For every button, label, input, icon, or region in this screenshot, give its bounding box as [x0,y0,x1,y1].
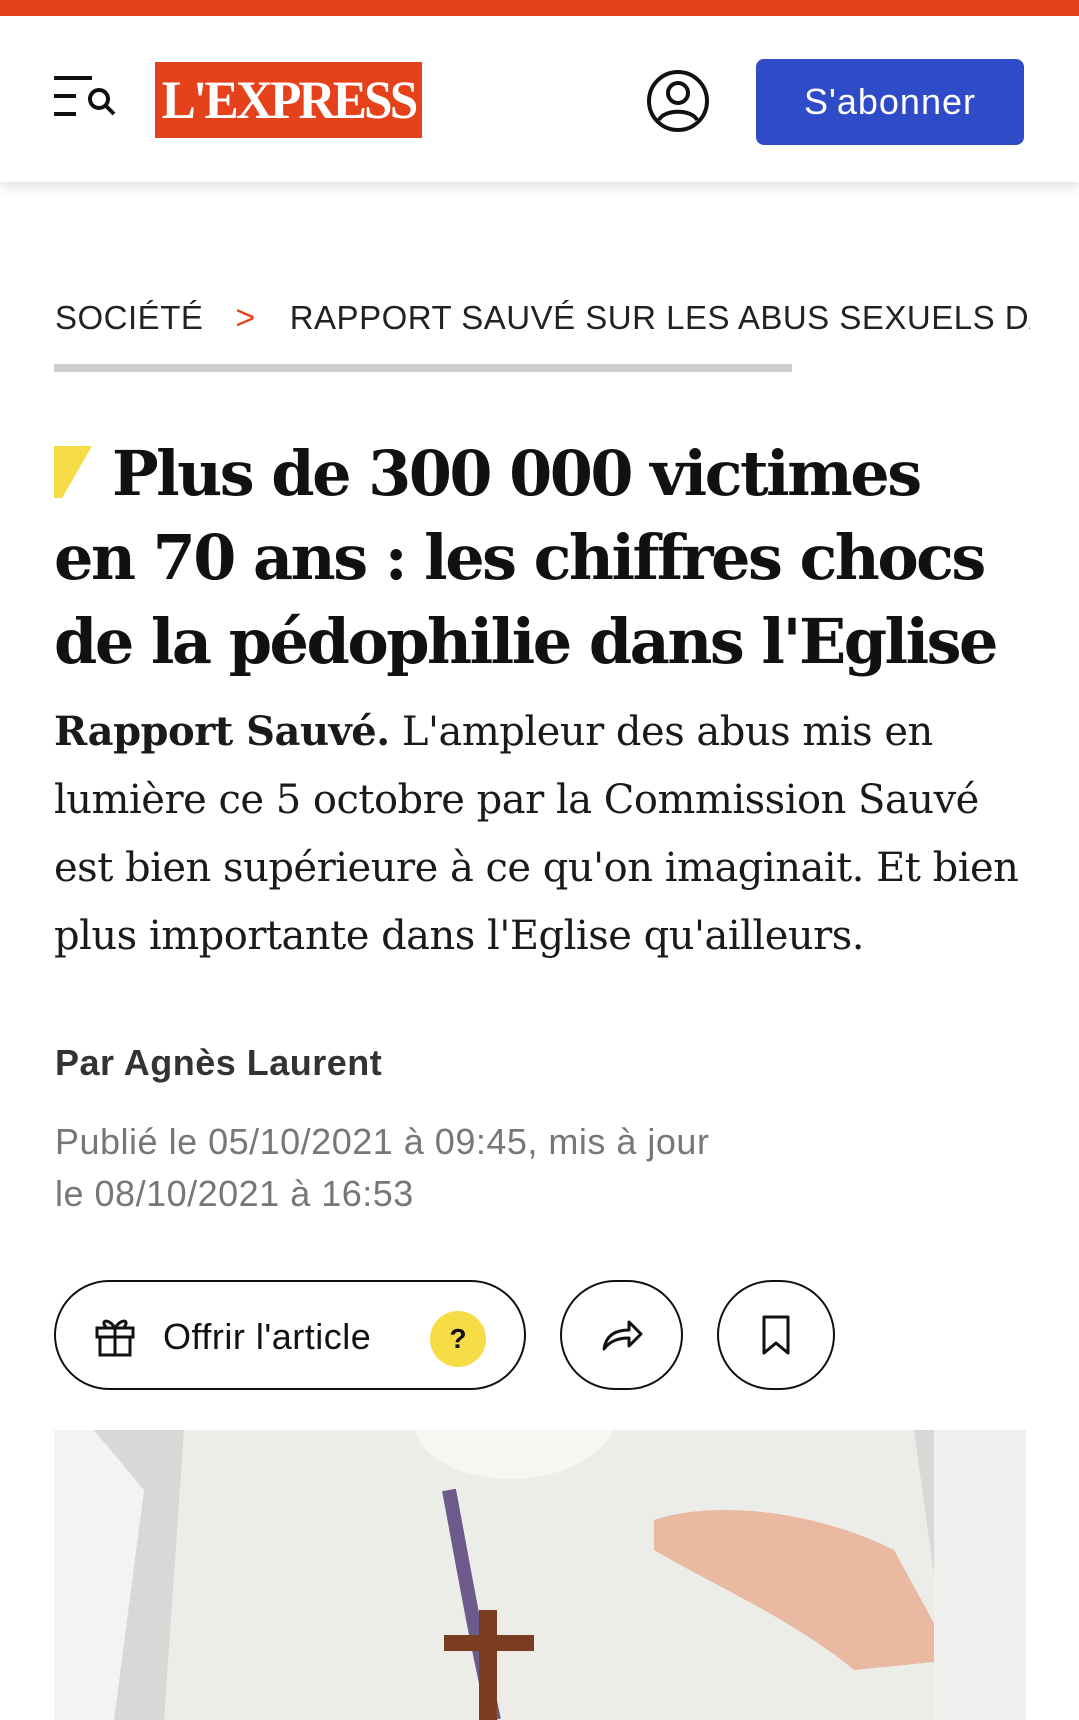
publish-dates: Publié le 05/10/2021 à 09:45, mis à jour… [55,1116,815,1220]
bookmark-button[interactable] [717,1280,835,1390]
logo-text: L'EXPRESS [161,70,419,130]
article-hero-image [54,1430,1026,1720]
top-accent-bar [0,0,1079,16]
share-icon [602,1320,642,1351]
published-date: Publié le 05/10/2021 à 09:45, mis à jour [55,1121,710,1162]
priest-cross-illustration [54,1430,1026,1720]
bookmark-icon [762,1315,790,1355]
article-headline: Plus de 300 000 victimes en 70 ans : les… [54,432,1014,684]
breadcrumb-section[interactable]: SOCIÉTÉ [55,299,203,337]
gift-article-label: Offrir l'article [163,1316,372,1357]
share-button[interactable] [560,1280,683,1390]
menu-search-button[interactable] [54,72,124,122]
chevron-right-icon: > [235,298,256,337]
article-lede: Rapport Sauvé. L'ampleur des abus mis en… [54,698,1039,970]
breadcrumb-scroll-indicator [54,364,792,372]
menu-search-icon [54,76,116,116]
help-badge[interactable]: ? [430,1311,486,1367]
site-logo[interactable]: L'EXPRESS [155,62,422,138]
breadcrumb: SOCIÉTÉ > RAPPORT SAUVÉ SUR LES ABUS SEX… [55,296,1030,340]
user-account-icon [647,70,709,132]
site-header: L'EXPRESS S'abonner [0,16,1079,182]
gift-icon [95,1319,135,1357]
subscribe-button[interactable]: S'abonner [756,59,1024,145]
gift-article-button[interactable]: Offrir l'article ? [54,1280,526,1390]
account-button[interactable] [646,69,710,133]
lede-kicker: Rapport Sauvé. [54,708,390,755]
author-byline[interactable]: Par Agnès Laurent [55,1042,382,1084]
headline-text: Plus de 300 000 victimes en 70 ans : les… [54,437,999,678]
breadcrumb-topic[interactable]: RAPPORT SAUVÉ SUR LES ABUS SEXUELS DANS … [290,299,1030,337]
updated-date: le 08/10/2021 à 16:53 [55,1173,414,1214]
